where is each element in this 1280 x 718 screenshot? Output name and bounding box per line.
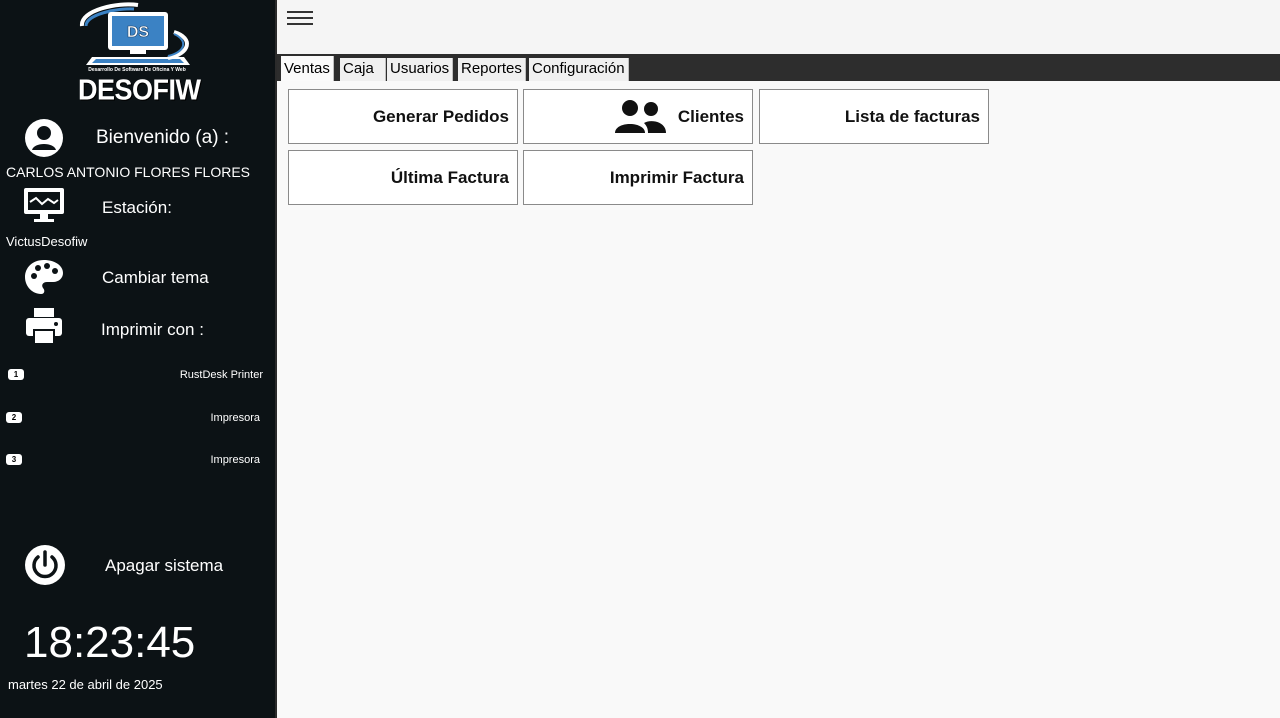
button-label: Imprimir Factura xyxy=(609,167,744,187)
button-label: Generar Pedidos xyxy=(372,106,509,126)
tab-reportes[interactable]: Reportes xyxy=(458,58,526,81)
main-content: Generar Pedidos Clientes Lista de factur… xyxy=(277,81,1280,718)
button-label: Última Factura xyxy=(390,167,509,187)
hamburger-menu-icon[interactable] xyxy=(287,11,313,29)
tab-configuracion[interactable]: Configuración xyxy=(529,58,629,81)
printer-icon xyxy=(24,306,64,346)
shutdown-label[interactable]: Apagar sistema xyxy=(105,556,223,576)
clientes-button[interactable]: Clientes xyxy=(523,89,753,144)
tab-ventas[interactable]: Ventas xyxy=(281,56,334,82)
printer-number-badge: 3 xyxy=(6,454,22,465)
users-icon xyxy=(614,99,666,135)
button-label: Lista de facturas xyxy=(844,106,980,126)
tab-strip: Ventas Caja Usuarios Reportes Configurac… xyxy=(277,54,1280,82)
button-label: Clientes xyxy=(677,106,744,126)
printer-name: Impresora xyxy=(210,454,260,466)
change-theme-label[interactable]: Cambiar tema xyxy=(102,268,209,288)
station-name: VictusDesofiw xyxy=(6,234,88,249)
monitor-icon xyxy=(22,186,66,224)
date-label: martes 22 de abril de 2025 xyxy=(8,677,163,692)
svg-text:DS: DS xyxy=(127,24,150,41)
station-label: Estación: xyxy=(102,198,172,217)
clock: 18:23:45 xyxy=(24,618,196,667)
tab-usuarios[interactable]: Usuarios xyxy=(387,58,454,81)
tab-caja[interactable]: Caja xyxy=(340,58,386,81)
user-avatar-icon xyxy=(24,118,64,158)
top-bar xyxy=(277,0,1280,54)
generar-pedidos-button[interactable]: Generar Pedidos xyxy=(288,89,518,144)
printer-option-2[interactable]: 2 Impresora xyxy=(0,412,277,428)
printer-option-1[interactable]: 1 RustDesk Printer xyxy=(0,369,277,385)
user-name: CARLOS ANTONIO FLORES FLORES xyxy=(6,164,251,180)
ultima-factura-button[interactable]: Última Factura xyxy=(288,150,518,205)
desofiw-logo: DS Desarrollo De Software De Oficina Y W… xyxy=(78,2,201,106)
logo-tagline: Desarrollo De Software De Oficina Y Web xyxy=(88,67,186,73)
power-icon[interactable] xyxy=(24,544,66,586)
print-with-label: Imprimir con : xyxy=(101,320,204,339)
imprimir-factura-button[interactable]: Imprimir Factura xyxy=(523,150,753,205)
printer-option-3[interactable]: 3 Impresora xyxy=(0,454,277,470)
logo-monitor-icon: DS xyxy=(80,2,190,65)
printer-name: Impresora xyxy=(210,412,260,424)
welcome-label: Bienvenido (a) : xyxy=(96,127,230,148)
sidebar: DS Desarrollo De Software De Oficina Y W… xyxy=(0,0,277,718)
lista-facturas-button[interactable]: Lista de facturas xyxy=(759,89,989,144)
printer-name: RustDesk Printer xyxy=(179,369,263,381)
logo-brand: DESOFIW xyxy=(78,74,201,106)
printer-number-badge: 2 xyxy=(6,412,22,423)
printer-number-badge: 1 xyxy=(8,369,24,380)
palette-icon[interactable] xyxy=(24,258,64,296)
